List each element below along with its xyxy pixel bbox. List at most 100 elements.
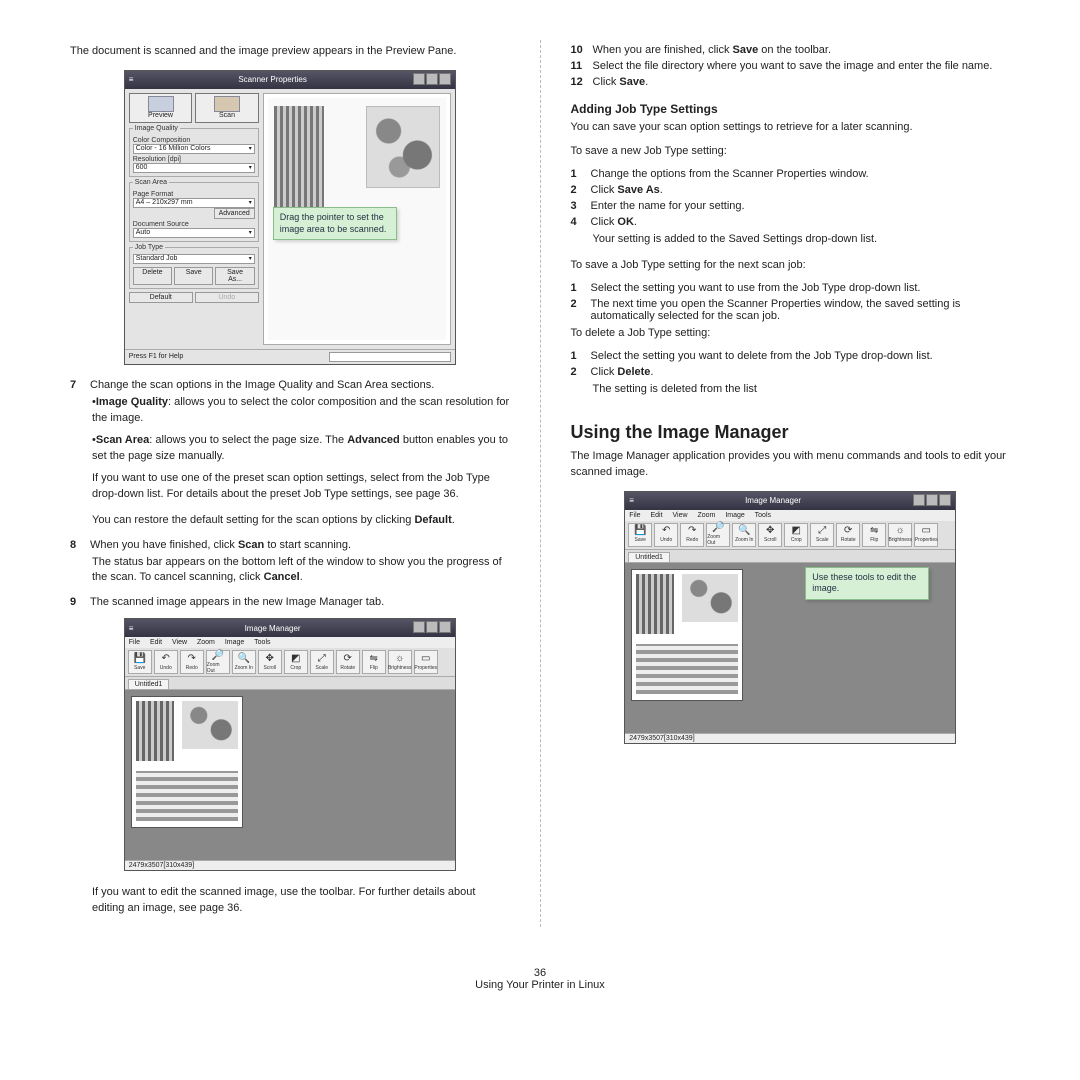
saveas-button[interactable]: Save As... xyxy=(215,267,254,285)
imwin-tab[interactable]: Untitled1 xyxy=(128,679,170,689)
properties-icon: ▭ xyxy=(922,526,931,536)
menu2-file[interactable]: File xyxy=(629,512,640,519)
menu2-image[interactable]: Image xyxy=(725,512,744,519)
rotate-icon: ⟳ xyxy=(344,654,352,664)
tool2-zoomout[interactable]: 🔎Zoom Out xyxy=(706,523,730,547)
a1-text: Change the options from the Scanner Prop… xyxy=(591,168,1011,180)
sub-heading-add: Adding Job Type Settings xyxy=(571,102,1011,116)
color-composition-value: Color - 16 Million Colors xyxy=(136,145,211,152)
tool2-scale[interactable]: ⤢Scale xyxy=(810,523,834,547)
menu-zoom[interactable]: Zoom xyxy=(197,639,215,646)
default-button[interactable]: Default xyxy=(129,292,193,303)
tool-redo[interactable]: ↷Redo xyxy=(180,650,204,674)
job-type-group: Job Type Standard Job▾ Delete Save Save … xyxy=(129,244,259,289)
crop-icon: ◩ xyxy=(792,526,801,536)
tool2-redo[interactable]: ↷Redo xyxy=(680,523,704,547)
tool-undo[interactable]: ↶Undo xyxy=(154,650,178,674)
menu2-tools[interactable]: Tools xyxy=(755,512,771,519)
menu-view[interactable]: View xyxy=(172,639,187,646)
scroll-icon: ✥ xyxy=(766,526,774,536)
b1-text: Select the setting you want to use from … xyxy=(591,282,1011,294)
save-button[interactable]: Save xyxy=(174,267,213,285)
tool-zoomin[interactable]: 🔍Zoom In xyxy=(232,650,256,674)
tool-rotate[interactable]: ⟳Rotate xyxy=(336,650,360,674)
preview-button[interactable]: Preview xyxy=(129,93,193,123)
document-source-combo[interactable]: Auto▾ xyxy=(133,228,255,238)
undo-icon: ↶ xyxy=(162,654,170,664)
a-after: Your setting is added to the Saved Setti… xyxy=(593,232,1011,248)
delete-button[interactable]: Delete xyxy=(133,267,172,285)
save-icon: 💾 xyxy=(134,654,146,664)
menu-image[interactable]: Image xyxy=(225,639,244,646)
imwin2-title: Image Manager xyxy=(634,496,912,505)
document-source-label: Document Source xyxy=(133,221,255,228)
intro-text: The document is scanned and the image pr… xyxy=(70,44,510,60)
tool2-scroll[interactable]: ✥Scroll xyxy=(758,523,782,547)
resolution-combo[interactable]: 600▾ xyxy=(133,163,255,173)
imwin2-menubar[interactable]: File Edit View Zoom Image Tools xyxy=(625,510,955,521)
status-paragraph: The status bar appears on the bottom lef… xyxy=(92,555,510,587)
tool-flip[interactable]: ⇋Flip xyxy=(362,650,386,674)
tool-save[interactable]: 💾Save xyxy=(128,650,152,674)
c1-num: 1 xyxy=(571,350,591,362)
c-after: The setting is deleted from the list xyxy=(593,382,1011,398)
tool-brightness[interactable]: ☼Brightness xyxy=(388,650,412,674)
imwin-status: 2479x3507[310x439] xyxy=(125,860,455,870)
scanned-document-2 xyxy=(631,569,743,701)
document-source-value: Auto xyxy=(136,229,150,236)
tool2-rotate[interactable]: ⟳Rotate xyxy=(836,523,860,547)
imwin-menubar[interactable]: File Edit View Zoom Image Tools xyxy=(125,637,455,648)
tool2-flip[interactable]: ⇋Flip xyxy=(862,523,886,547)
imwin2-controls[interactable] xyxy=(912,494,951,508)
window-controls[interactable] xyxy=(412,73,451,87)
footer-text: Using Your Printer in Linux xyxy=(0,979,1080,991)
preview-icon xyxy=(148,96,174,112)
status-text: Press F1 for Help xyxy=(129,353,183,360)
tool2-save[interactable]: 💾Save xyxy=(628,523,652,547)
add-intro: You can save your scan option settings t… xyxy=(571,120,1011,136)
page-format-combo[interactable]: A4 – 210x297 mm▾ xyxy=(133,198,255,208)
tool-zoomout[interactable]: 🔎Zoom Out xyxy=(206,650,230,674)
menu-edit[interactable]: Edit xyxy=(150,639,162,646)
callout-tip: Drag the pointer to set the image area t… xyxy=(273,207,397,240)
imwin-canvas[interactable] xyxy=(125,690,455,860)
menu-file[interactable]: File xyxy=(129,639,140,646)
c2-num: 2 xyxy=(571,366,591,378)
flip-icon: ⇋ xyxy=(370,654,378,664)
scan-button[interactable]: Scan xyxy=(195,93,259,123)
color-composition-combo[interactable]: Color - 16 Million Colors▾ xyxy=(133,144,255,154)
menu-tools[interactable]: Tools xyxy=(254,639,270,646)
imwin2-tab[interactable]: Untitled1 xyxy=(628,552,670,562)
tool2-brightness[interactable]: ☼Brightness xyxy=(888,523,912,547)
undo-icon: ↶ xyxy=(662,526,670,536)
step-9-number: 9 xyxy=(70,596,90,608)
step-11-number: 11 xyxy=(571,60,593,72)
zoomout-icon: 🔎 xyxy=(212,651,224,661)
step-11-text: Select the file directory where you want… xyxy=(593,60,1011,72)
tool2-undo[interactable]: ↶Undo xyxy=(654,523,678,547)
c2-text: Click Delete. xyxy=(591,366,1011,378)
properties-icon: ▭ xyxy=(421,654,430,664)
preview-button-label: Preview xyxy=(148,112,173,119)
scan-button-label: Scan xyxy=(219,112,235,119)
step-10-text: When you are finished, click Save on the… xyxy=(593,44,1011,56)
imwin-controls[interactable] xyxy=(412,621,451,635)
brightness-icon: ☼ xyxy=(896,526,905,536)
tool2-zoomin[interactable]: 🔍Zoom In xyxy=(732,523,756,547)
menu2-edit[interactable]: Edit xyxy=(650,512,662,519)
tool-crop[interactable]: ◩Crop xyxy=(284,650,308,674)
tool2-crop[interactable]: ◩Crop xyxy=(784,523,808,547)
tool-scroll[interactable]: ✥Scroll xyxy=(258,650,282,674)
job-type-combo[interactable]: Standard Job▾ xyxy=(133,254,255,264)
tool-properties[interactable]: ▭Properties xyxy=(414,650,438,674)
menu2-view[interactable]: View xyxy=(673,512,688,519)
advanced-button[interactable]: Advanced xyxy=(214,208,255,219)
resolution-label: Resolution [dpi] xyxy=(133,156,255,163)
tool2-properties[interactable]: ▭Properties xyxy=(914,523,938,547)
menu2-zoom[interactable]: Zoom xyxy=(698,512,716,519)
progress-bar xyxy=(329,352,451,362)
undo-button[interactable]: Undo xyxy=(195,292,259,303)
tool-scale[interactable]: ⤢Scale xyxy=(310,650,334,674)
save-new-intro: To save a new Job Type setting: xyxy=(571,144,1011,160)
im-intro: The Image Manager application provides y… xyxy=(571,449,1011,481)
